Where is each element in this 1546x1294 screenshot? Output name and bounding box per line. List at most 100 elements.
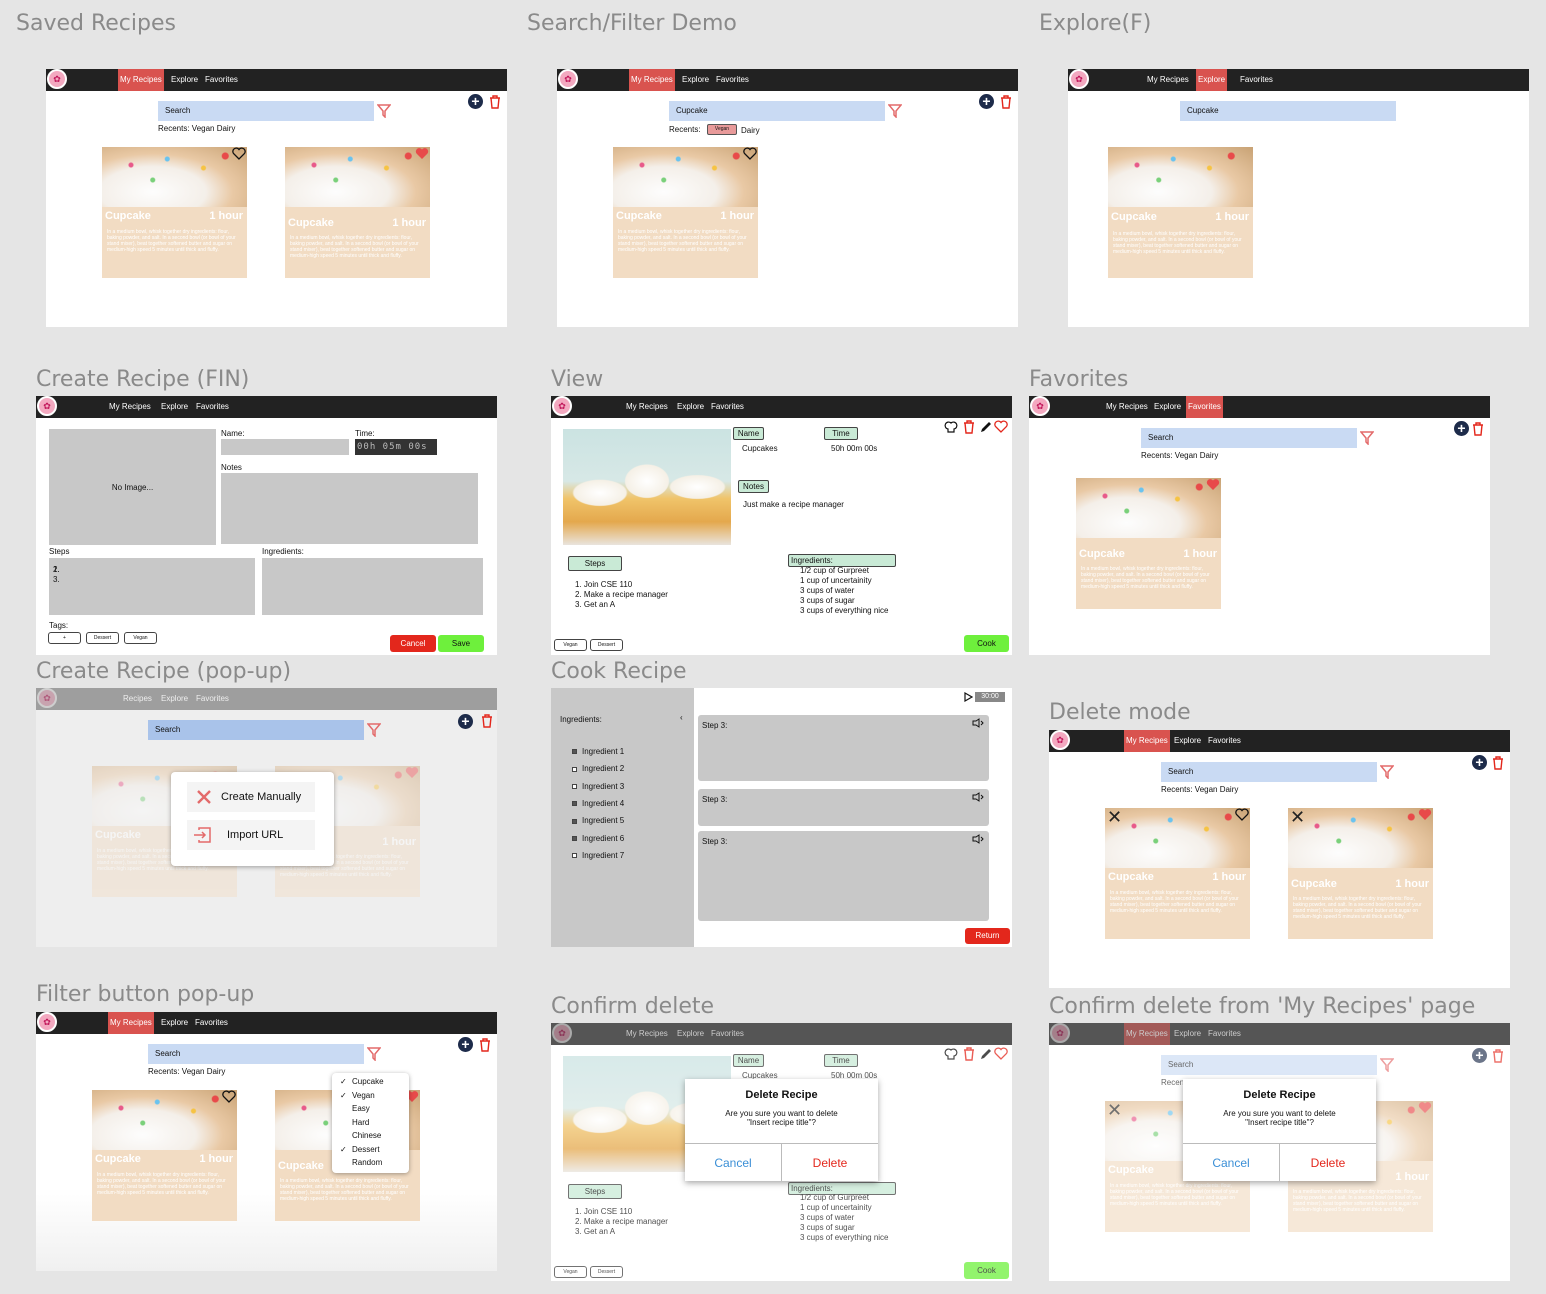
recents-list[interactable]: Recents: Vegan Dairy — [148, 1067, 225, 1076]
search-input[interactable]: Search — [158, 101, 374, 121]
recent-vegan-chip-active[interactable]: Vegan — [707, 124, 737, 135]
recents-list[interactable]: Recents: Vegan Dairy — [158, 124, 235, 133]
image-upload-area[interactable]: No Image... — [49, 429, 216, 545]
ingredient-checkbox-item[interactable]: Ingredient 5 — [572, 816, 624, 825]
nav-explore[interactable]: Explore — [675, 396, 706, 418]
collapse-sidebar-icon[interactable]: ‹ — [680, 713, 683, 722]
nav-explore[interactable]: Explore — [680, 69, 711, 91]
save-button[interactable]: Save — [438, 635, 484, 652]
trash-icon[interactable] — [963, 420, 975, 434]
create-manually-button[interactable]: Create Manually — [187, 782, 315, 812]
dialog-cancel-button[interactable]: Cancel — [685, 1144, 782, 1181]
filter-option[interactable]: ✓ Dessert — [340, 1145, 380, 1154]
nav-favorites[interactable]: Favorites — [714, 69, 751, 91]
add-recipe-icon[interactable]: + — [468, 94, 483, 109]
nav-favorites[interactable]: Favorites — [1206, 1023, 1243, 1045]
nav-favorites[interactable]: Favorites — [194, 396, 231, 418]
nav-my-recipes[interactable]: My Recipes — [1124, 730, 1170, 752]
nav-favorites[interactable]: Favorites — [194, 688, 231, 710]
heart-filled-icon[interactable] — [1418, 808, 1432, 821]
filter-icon[interactable] — [367, 723, 381, 737]
trash-icon[interactable] — [1492, 756, 1504, 770]
ingredient-checkbox-item[interactable]: Ingredient 7 — [572, 851, 624, 860]
checkbox[interactable] — [572, 801, 577, 807]
nav-my-recipes[interactable]: My Recipes — [108, 1012, 154, 1034]
dialog-delete-button[interactable]: Delete — [1280, 1144, 1376, 1181]
notes-field[interactable] — [221, 473, 478, 544]
heart-outline-icon[interactable] — [1235, 808, 1249, 821]
cupcake-logo-icon[interactable]: ✿ — [37, 396, 57, 416]
filter-icon[interactable] — [377, 104, 391, 118]
filter-icon[interactable] — [367, 1047, 381, 1061]
checkbox[interactable] — [572, 749, 577, 755]
nav-favorites[interactable]: Favorites — [1206, 730, 1243, 752]
trash-icon[interactable] — [479, 1038, 491, 1052]
speaker-icon[interactable] — [972, 792, 984, 802]
ingredient-checkbox-item[interactable]: Ingredient 6 — [572, 834, 624, 843]
cupcake-logo-icon[interactable]: ✿ — [558, 69, 578, 89]
tag-vegan[interactable]: Vegan — [554, 639, 587, 651]
recipe-card[interactable]: Cupcake 1 hour In a medium bowl, whisk t… — [285, 147, 430, 278]
nav-explore[interactable]: Explore — [1152, 396, 1183, 418]
checkbox[interactable] — [572, 835, 577, 841]
edit-pencil-icon[interactable] — [979, 420, 993, 434]
recents-list[interactable]: Recents: Vegan Dairy — [1161, 785, 1238, 794]
dialog-delete-button[interactable]: Delete — [782, 1144, 878, 1181]
speaker-icon[interactable] — [972, 718, 984, 728]
delete-x-icon[interactable]: ✕ — [1107, 808, 1122, 826]
add-tag-button[interactable]: + — [48, 632, 81, 644]
search-input[interactable]: Cupcake — [669, 101, 885, 121]
chef-hat-icon[interactable] — [944, 420, 958, 434]
heart-filled-icon[interactable] — [405, 766, 419, 779]
tag-dessert[interactable]: Dessert — [590, 639, 623, 651]
filter-option[interactable]: Easy — [340, 1104, 370, 1113]
filter-icon[interactable] — [1380, 765, 1394, 779]
trash-icon[interactable] — [489, 95, 501, 109]
cook-button[interactable]: Cook — [964, 635, 1009, 652]
nav-my-recipes[interactable]: My Recipes — [629, 69, 675, 91]
trash-icon[interactable] — [1472, 422, 1484, 436]
recipe-card[interactable]: Cupcake 1 hour In a medium bowl, whisk t… — [1105, 808, 1250, 939]
nav-favorites[interactable]: Favorites — [203, 69, 240, 91]
nav-my-recipes[interactable]: My Recipes — [1124, 1023, 1170, 1045]
search-input[interactable]: Search — [1141, 428, 1357, 448]
cupcake-logo-icon[interactable]: ✿ — [1030, 396, 1050, 416]
cupcake-logo-icon[interactable]: ✿ — [552, 1023, 572, 1043]
heart-filled-icon[interactable] — [415, 147, 429, 160]
ingredients-field[interactable] — [262, 558, 483, 615]
filter-option[interactable]: ✓ Cupcake — [340, 1077, 384, 1086]
delete-x-icon[interactable]: ✕ — [1290, 808, 1305, 826]
nav-explore[interactable]: Explore — [169, 69, 200, 91]
filter-icon[interactable] — [1360, 431, 1374, 445]
ingredient-checkbox-item[interactable]: Ingredient 4 — [572, 799, 624, 808]
search-input[interactable]: Cupcake — [1180, 101, 1396, 121]
import-url-button[interactable]: Import URL — [187, 820, 315, 850]
tag-dessert[interactable]: Dessert — [86, 632, 119, 644]
nav-favorites[interactable]: Favorites — [1238, 69, 1275, 91]
add-recipe-icon[interactable]: + — [458, 714, 473, 729]
filter-option[interactable]: Hard — [340, 1118, 369, 1127]
cupcake-logo-icon[interactable]: ✿ — [552, 396, 572, 416]
heart-outline-icon[interactable] — [994, 420, 1008, 433]
filter-option[interactable]: ✓ Vegan — [340, 1091, 375, 1100]
nav-recipes[interactable]: Recipes — [121, 688, 154, 710]
speaker-icon[interactable] — [972, 834, 984, 844]
nav-my-recipes[interactable]: My Recipes — [1104, 396, 1150, 418]
add-recipe-icon[interactable]: + — [1454, 421, 1469, 436]
nav-explore[interactable]: Explore — [159, 1012, 190, 1034]
play-icon[interactable] — [963, 692, 973, 702]
checkbox[interactable] — [572, 783, 577, 789]
nav-my-recipes[interactable]: My Recipes — [624, 396, 670, 418]
heart-outline-icon[interactable] — [743, 147, 757, 160]
recents-list[interactable]: Recents: Vegan Dairy — [1141, 451, 1218, 460]
nav-my-recipes[interactable]: My Recipes — [1145, 69, 1191, 91]
search-input[interactable]: Search — [148, 720, 364, 740]
steps-field[interactable]: 1. 2. 3. — [49, 558, 255, 615]
ingredient-checkbox-item[interactable]: Ingredient 2 — [572, 764, 624, 773]
time-field[interactable]: 00h 05m 00s — [355, 439, 437, 455]
nav-explore[interactable]: Explore — [1172, 1023, 1203, 1045]
cancel-button[interactable]: Cancel — [390, 635, 436, 652]
nav-favorites[interactable]: Favorites — [709, 1023, 746, 1045]
search-input[interactable]: Search — [148, 1044, 364, 1064]
nav-favorites[interactable]: Favorites — [1186, 396, 1223, 418]
